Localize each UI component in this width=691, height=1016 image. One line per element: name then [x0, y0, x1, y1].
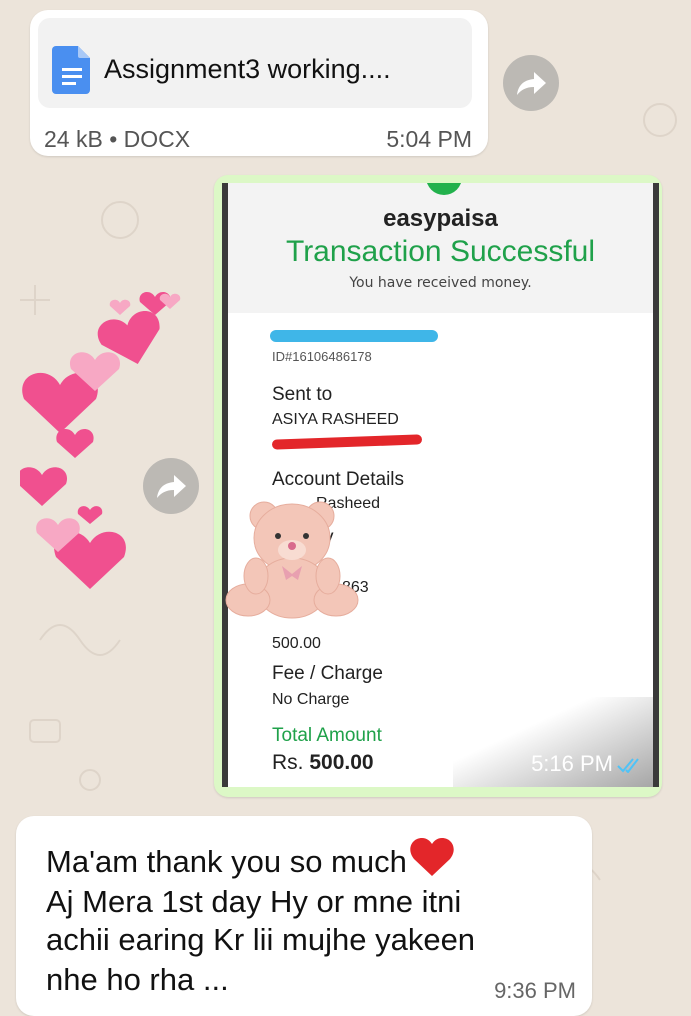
message-line: Ma'am thank you so much: [46, 838, 455, 880]
reply-message-bubble[interactable]: Ma'am thank you so much Aj Mera 1st day …: [16, 816, 592, 1016]
hearts-decoration: [20, 291, 181, 589]
message-line-2: Aj Mera 1st day Hy or mne itni: [46, 884, 462, 919]
message-time: 9:36 PM: [494, 978, 576, 1003]
message-time: 5:04 PM: [386, 126, 472, 152]
recipient-name: ASIYA RASHEED: [272, 411, 399, 428]
brand-logo: easypaisa: [383, 205, 498, 232]
message-line-1: Ma'am thank you so much: [46, 844, 407, 879]
redaction-scribble: [270, 330, 438, 342]
message-line-4: nhe ho rha ...: [46, 962, 229, 997]
fee-value: No Charge: [272, 691, 350, 708]
message-time: 5:16 PM: [531, 751, 613, 776]
file-message-bubble[interactable]: Assignment3 working.... 24 kB • DOCX 5:0…: [30, 10, 488, 156]
receipt-message-bubble[interactable]: easypaisa Transaction Successful You hav…: [214, 175, 662, 797]
total-value: 500.00: [309, 751, 374, 774]
receipt-image[interactable]: easypaisa Transaction Successful You hav…: [222, 183, 659, 787]
currency-prefix: Rs.: [272, 751, 304, 774]
heart-icon: [20, 467, 68, 506]
total-label: Total Amount: [272, 725, 382, 746]
transaction-id: ID#16106486178: [272, 349, 372, 364]
transaction-title: Transaction Successful: [285, 235, 596, 268]
sent-to-label: Sent to: [272, 384, 333, 405]
file-attachment[interactable]: Assignment3 working....: [38, 18, 472, 108]
total-amount: Rs. 500.00: [272, 751, 374, 775]
heart-icon: [109, 299, 131, 315]
document-icon: [52, 46, 90, 94]
teddy-bear-sticker: [225, 501, 359, 619]
heart-icon: [56, 428, 94, 458]
transaction-subtitle: You have received money.: [349, 275, 532, 291]
forward-button[interactable]: [503, 55, 559, 111]
forward-button[interactable]: [143, 458, 199, 514]
read-receipt-icon: [617, 758, 639, 773]
redaction-scribble: [271, 434, 423, 450]
file-name: Assignment3 working....: [104, 54, 391, 84]
brand-logo-dot: [426, 183, 462, 195]
file-meta: 24 kB • DOCX: [44, 126, 191, 152]
heart-emoji-icon: [410, 838, 454, 876]
message-line-3: achii earing Kr lii mujhe yakeen: [46, 922, 476, 957]
heart-icon: [77, 506, 103, 524]
forward-icon: [157, 475, 186, 498]
forward-icon: [517, 72, 546, 95]
receipt-header: easypaisa Transaction Successful You hav…: [228, 183, 653, 313]
amount-value: 500.00: [272, 635, 321, 652]
fee-label: Fee / Charge: [272, 663, 383, 684]
